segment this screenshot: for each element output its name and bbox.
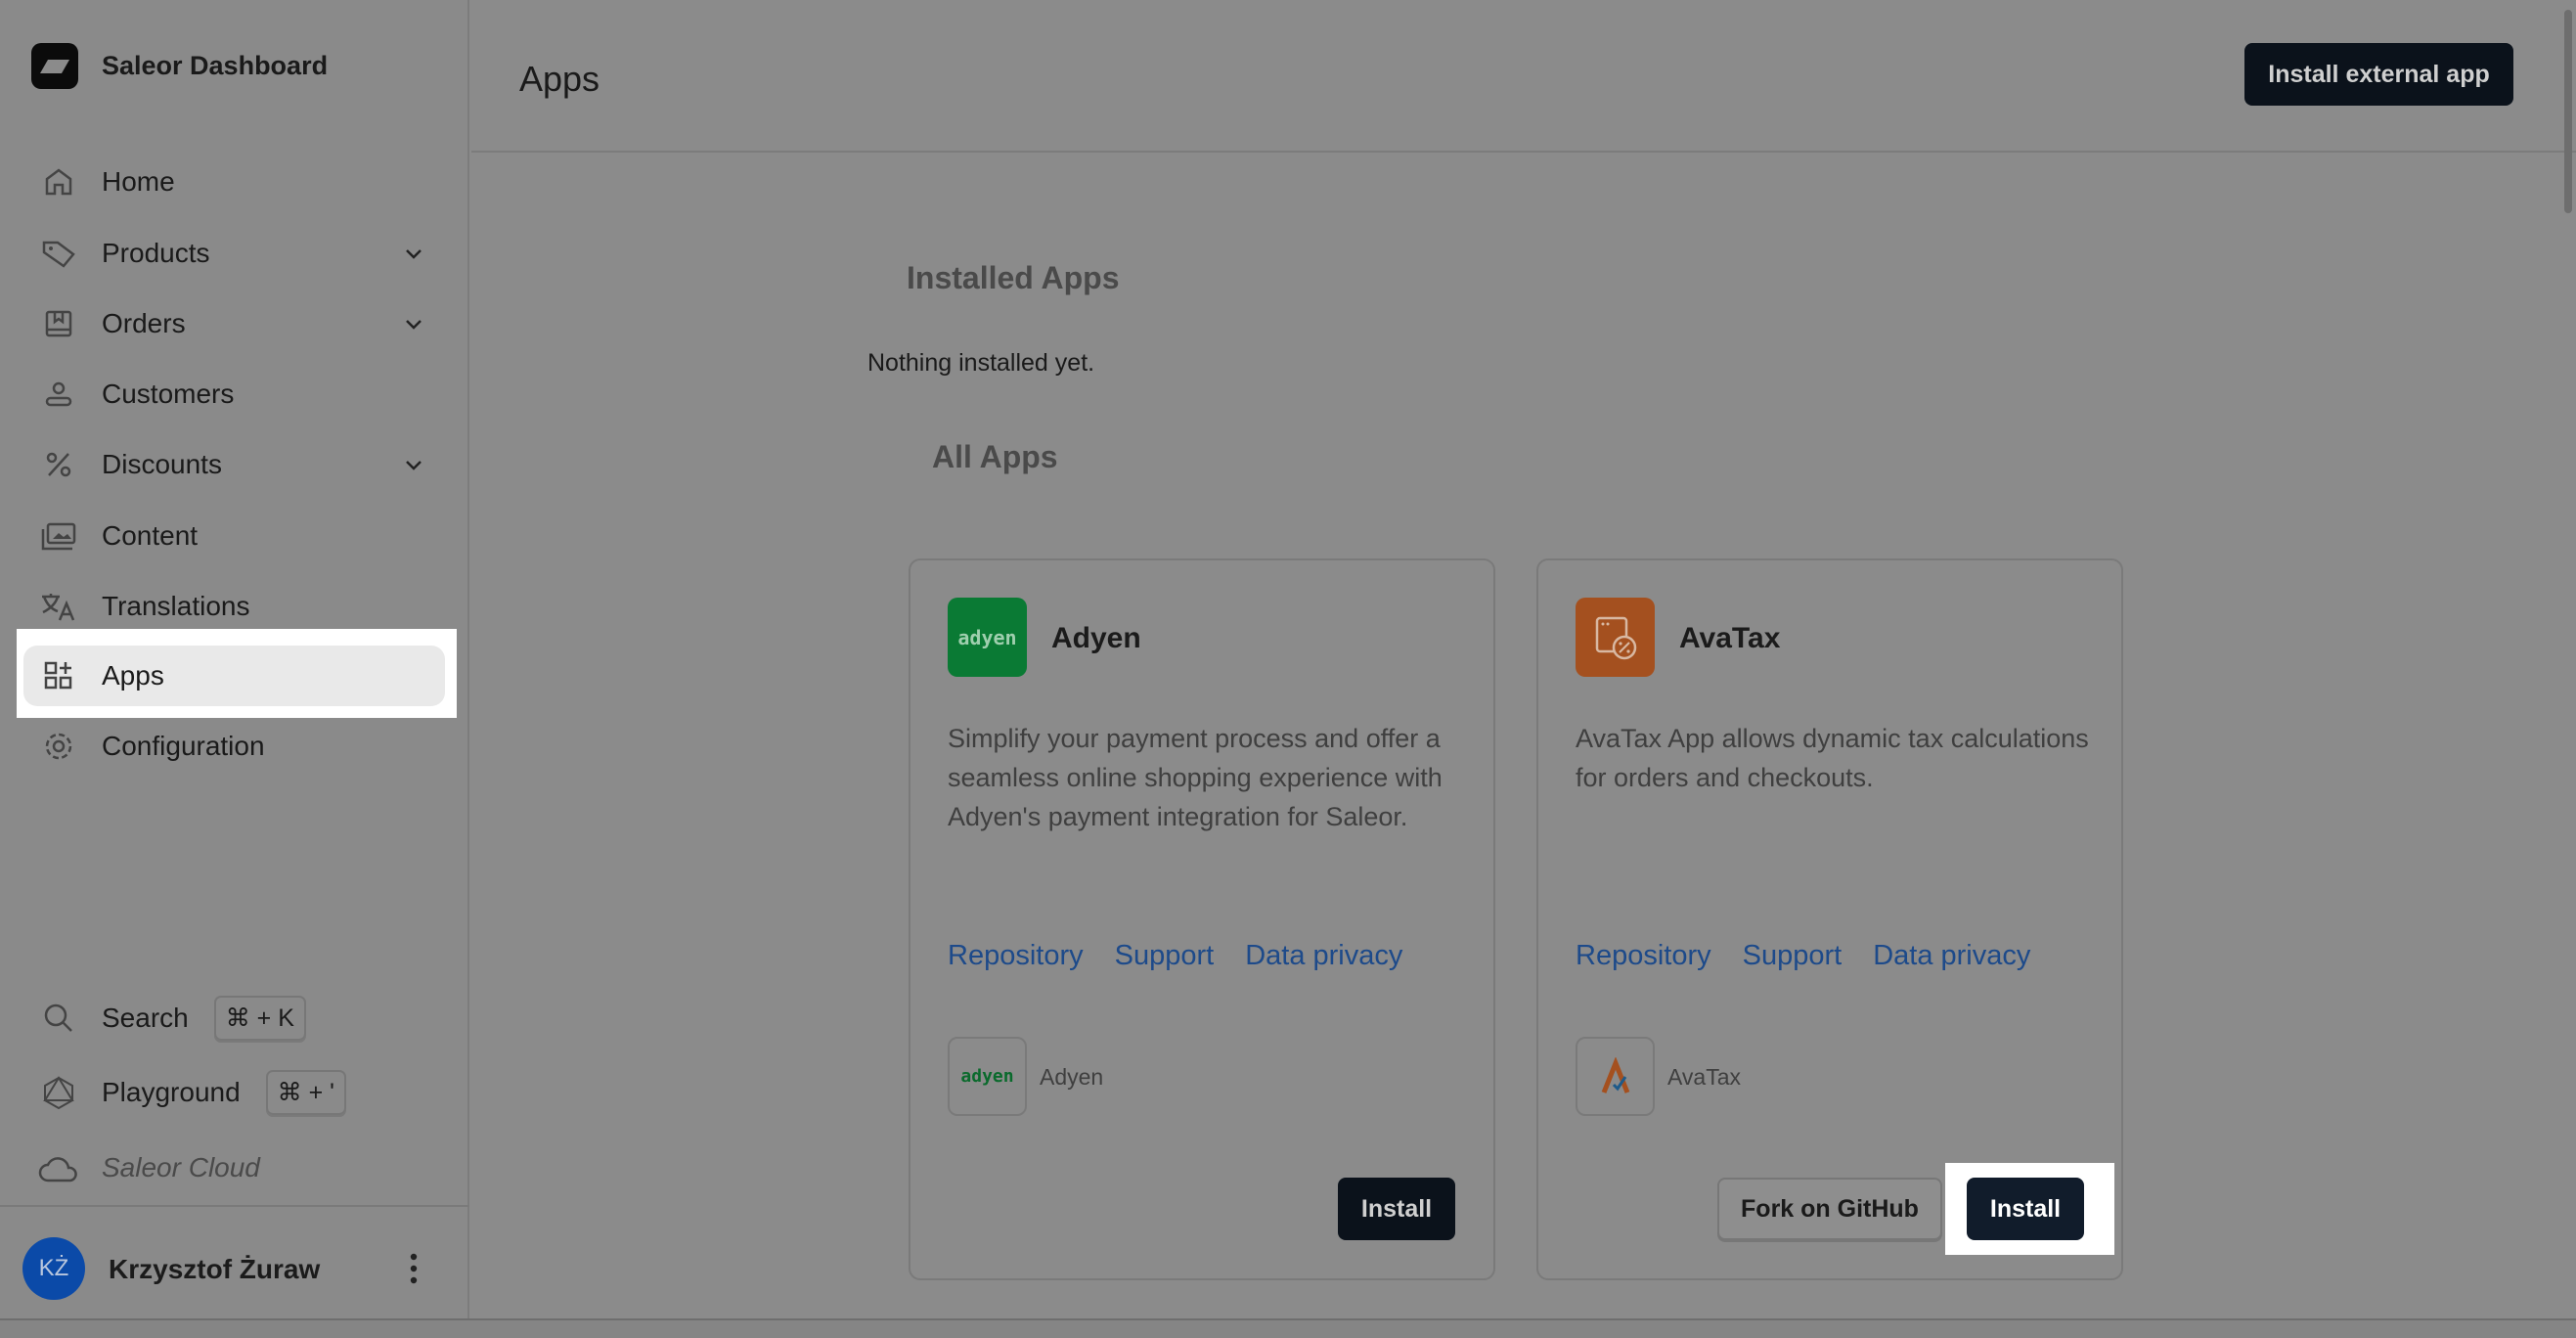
sidebar-item-label: Content	[102, 520, 199, 551]
saleor-logo-icon[interactable]	[31, 43, 78, 89]
sidebar-divider	[0, 1205, 469, 1207]
app-description: AvaTax App allows dynamic tax calculatio…	[1576, 724, 2089, 792]
page-header: Apps Install external app	[471, 0, 2576, 153]
install-button[interactable]: Install	[1338, 1178, 1455, 1240]
vendor-name: Adyen	[1040, 1064, 1104, 1090]
app-card-adyen: adyen Adyen Simplify your payment proces…	[909, 558, 1495, 1280]
vendor-logo-icon	[1576, 1037, 1655, 1116]
user-name: Krzysztof Żuraw	[109, 1254, 321, 1284]
bottom-strip	[0, 1318, 2576, 1338]
chevron-down-icon[interactable]	[404, 451, 423, 485]
saleor-cloud-link[interactable]: Saleor Cloud	[23, 1138, 445, 1197]
install-button[interactable]: Install	[1967, 1178, 2084, 1240]
search-button[interactable]: Search ⌘ + K	[23, 989, 445, 1048]
avatar[interactable]: KŻ	[22, 1237, 85, 1300]
sidebar: Saleor Dashboard Home Products Orders Cu…	[0, 0, 469, 1338]
support-link[interactable]: Support	[1743, 940, 1843, 972]
user-icon	[33, 379, 84, 409]
repository-link[interactable]: Repository	[948, 940, 1084, 972]
saleor-cloud-label: Saleor Cloud	[102, 1152, 260, 1182]
sidebar-item-label: Products	[102, 238, 210, 268]
search-label: Search	[102, 1003, 189, 1033]
vendor-logo-icon: adyen	[948, 1037, 1027, 1116]
data-privacy-link[interactable]: Data privacy	[1245, 940, 1402, 972]
sidebar-item-label: Discounts	[102, 449, 222, 479]
playground-button[interactable]: Playground ⌘ + '	[23, 1063, 445, 1122]
sidebar-item-label: Orders	[102, 308, 186, 338]
data-privacy-link[interactable]: Data privacy	[1873, 940, 2030, 972]
sidebar-item-apps[interactable]: Apps	[23, 646, 445, 706]
home-icon	[33, 167, 84, 197]
support-link[interactable]: Support	[1115, 940, 1215, 972]
sidebar-item-label: Configuration	[102, 731, 265, 761]
sidebar-item-products[interactable]: Products	[23, 224, 445, 283]
percent-icon	[33, 450, 84, 479]
adyen-logo-icon: adyen	[948, 598, 1027, 677]
apps-icon	[33, 661, 84, 691]
sidebar-item-home[interactable]: Home	[23, 153, 445, 211]
graphql-icon	[33, 1074, 84, 1111]
sidebar-item-label: Translations	[102, 591, 250, 621]
avatax-logo-icon	[1576, 598, 1655, 677]
sidebar-item-configuration[interactable]: Configuration	[23, 717, 445, 776]
content-icon	[33, 521, 84, 551]
sidebar-item-customers[interactable]: Customers	[23, 365, 445, 424]
sidebar-item-label: Customers	[102, 379, 235, 409]
sidebar-item-orders[interactable]: Orders	[23, 294, 445, 353]
search-icon	[33, 1003, 84, 1034]
brand-title: Saleor Dashboard	[102, 51, 329, 80]
app-name: AvaTax	[1679, 622, 1781, 654]
fork-on-github-button[interactable]: Fork on GitHub	[1717, 1178, 1942, 1240]
sidebar-item-translations[interactable]: Translations	[23, 577, 445, 636]
translate-icon	[33, 592, 84, 621]
gear-icon	[33, 730, 84, 763]
kebab-menu-icon[interactable]	[403, 1252, 424, 1290]
scrollbar[interactable]	[2564, 10, 2572, 213]
orders-icon	[33, 309, 84, 338]
playground-shortcut: ⌘ + '	[265, 1070, 346, 1115]
chevron-down-icon[interactable]	[404, 310, 423, 344]
playground-label: Playground	[102, 1077, 241, 1107]
installed-apps-empty: Nothing installed yet.	[867, 349, 1095, 377]
sidebar-item-discounts[interactable]: Discounts	[23, 435, 445, 494]
sidebar-item-label: Apps	[102, 660, 164, 691]
sidebar-item-content[interactable]: Content	[23, 507, 445, 565]
cloud-icon	[33, 1152, 84, 1183]
chevron-down-icon[interactable]	[404, 240, 423, 274]
tag-icon	[33, 239, 84, 268]
installed-apps-title: Installed Apps	[907, 260, 1120, 295]
all-apps-title: All Apps	[932, 439, 1058, 474]
install-external-app-button[interactable]: Install external app	[2244, 43, 2513, 106]
repository-link[interactable]: Repository	[1576, 940, 1711, 972]
app-description: Simplify your payment process and offer …	[948, 724, 1443, 831]
page-title: Apps	[519, 59, 600, 99]
vendor-name: AvaTax	[1667, 1064, 1742, 1090]
sidebar-item-label: Home	[102, 166, 175, 197]
app-name: Adyen	[1051, 622, 1141, 654]
search-shortcut: ⌘ + K	[213, 996, 306, 1041]
